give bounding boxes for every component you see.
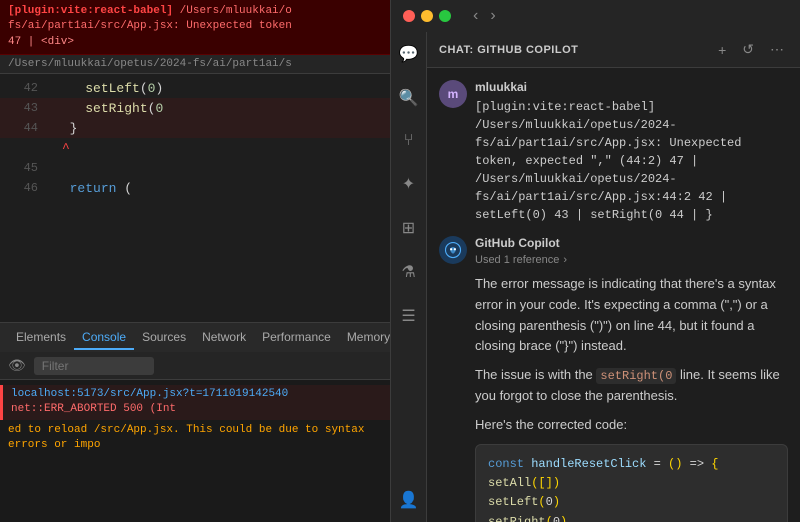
tab-memory[interactable]: Memory: [339, 326, 390, 350]
nav-back-button[interactable]: ‹: [469, 7, 482, 25]
error-message: Unexpected token: [186, 20, 292, 32]
error-file: fs/ai/part1ai/src/App.jsx:: [8, 20, 180, 32]
user-icon[interactable]: 👤: [395, 486, 423, 514]
code-block: const handleResetClick = () => { setAll(…: [475, 444, 788, 522]
console-area: 👁 localhost:5173/src/App.jsx?t=171101914…: [0, 352, 390, 522]
error-line: 47 | <div>: [8, 36, 74, 48]
right-content: 💬 🔍 ⑂ ✦ ⊞ ⚗ ☰ 👤 CHAT: GITHUB COPILOT + ↺…: [391, 32, 800, 522]
file-path: /Users/mluukkai/opetus/2024-fs/ai/part1a…: [0, 55, 390, 74]
chat-icon[interactable]: 💬: [395, 40, 423, 68]
console-messages: localhost:5173/src/App.jsx?t=17110191425…: [0, 380, 390, 522]
history-button[interactable]: ↺: [738, 39, 758, 60]
tab-sources[interactable]: Sources: [134, 326, 194, 350]
devtools-tabs: Elements Console Sources Network Perform…: [0, 322, 390, 352]
console-error-1: localhost:5173/src/App.jsx?t=17110191425…: [0, 385, 390, 420]
git-icon[interactable]: ⑂: [400, 128, 418, 154]
chat-content: CHAT: GITHUB COPILOT + ↺ ⋯ m mluukkai [p…: [427, 32, 800, 522]
flask-icon[interactable]: ⚗: [397, 258, 419, 286]
code-line-44: 44 }: [0, 118, 390, 138]
more-options-button[interactable]: ⋯: [766, 39, 788, 60]
console-toolbar: 👁: [0, 352, 390, 380]
nav-buttons: ‹ ›: [469, 7, 500, 25]
left-panel: [plugin:vite:react-babel] /Users/mluukka…: [0, 0, 390, 522]
tab-performance[interactable]: Performance: [254, 326, 339, 350]
chevron-right-icon: ›: [563, 254, 567, 266]
copilot-response-text: The error message is indicating that the…: [475, 274, 788, 522]
user-message: m mluukkai [plugin:vite:react-babel] /Us…: [439, 80, 788, 224]
traffic-light-yellow[interactable]: [421, 10, 433, 22]
code-line-4: setRight(0): [488, 513, 775, 522]
filter-input[interactable]: [34, 357, 154, 375]
caret-line: ^: [0, 138, 390, 158]
copilot-sender: GitHub Copilot: [475, 236, 788, 250]
grid-icon[interactable]: ⊞: [398, 214, 419, 242]
copilot-logo-icon: [444, 241, 462, 259]
traffic-light-red[interactable]: [403, 10, 415, 22]
inline-code: setRight(0: [596, 368, 676, 384]
error-path: /Users/mluukkai/o: [180, 5, 292, 17]
plugin-tag: [plugin:vite:react-babel]: [8, 5, 173, 17]
tab-console[interactable]: Console: [74, 326, 134, 350]
console-warn-1: ed to reload /src/App.jsx. This could be…: [0, 421, 390, 456]
traffic-light-green[interactable]: [439, 10, 451, 22]
copilot-message-body: GitHub Copilot Used 1 reference › The er…: [475, 236, 788, 522]
copilot-para-1: The error message is indicating that the…: [475, 274, 788, 357]
copilot-message: GitHub Copilot Used 1 reference › The er…: [439, 236, 788, 522]
code-line-2: setAll([]): [488, 474, 775, 493]
code-line-1: const handleResetClick = () => {: [488, 455, 775, 474]
sparkle-icon[interactable]: ✦: [398, 170, 419, 198]
nav-forward-button[interactable]: ›: [486, 7, 499, 25]
chat-messages: m mluukkai [plugin:vite:react-babel] /Us…: [427, 68, 800, 522]
code-area: 42 setLeft(0) 43 setRight(0 44 } ^ 45 46…: [0, 74, 390, 322]
chat-header-actions: + ↺ ⋯: [714, 39, 788, 60]
code-line-43: 43 setRight(0: [0, 98, 390, 118]
code-line-42: 42 setLeft(0): [0, 78, 390, 98]
code-line-3: setLeft(0): [488, 493, 775, 512]
new-chat-button[interactable]: +: [714, 40, 730, 60]
right-panel: ‹ › 💬 🔍 ⑂ ✦ ⊞ ⚗ ☰ 👤 CHAT: GITHUB COPILOT…: [390, 0, 800, 522]
eye-icon[interactable]: 👁: [8, 357, 26, 374]
reference-link[interactable]: Used 1 reference ›: [475, 254, 788, 266]
copilot-avatar: [439, 236, 467, 264]
error-bar: [plugin:vite:react-babel] /Users/mluukka…: [0, 0, 390, 55]
copilot-para-2: The issue is with the setRight(0 line. I…: [475, 365, 788, 407]
user-avatar: m: [439, 80, 467, 108]
copilot-para-3: Here's the corrected code:: [475, 415, 788, 436]
user-sender: mluukkai: [475, 80, 788, 94]
tab-elements[interactable]: Elements: [8, 326, 74, 350]
user-message-text: [plugin:vite:react-babel] /Users/mluukka…: [475, 98, 788, 224]
code-line-46: 46 return (: [0, 178, 390, 198]
layout-icon[interactable]: ☰: [397, 302, 419, 330]
tab-network[interactable]: Network: [194, 326, 254, 350]
reference-text: Used 1 reference: [475, 254, 559, 266]
code-line-45: 45: [0, 158, 390, 178]
user-message-body: mluukkai [plugin:vite:react-babel] /User…: [475, 80, 788, 224]
titlebar: ‹ ›: [391, 0, 800, 32]
copilot-sidebar: 💬 🔍 ⑂ ✦ ⊞ ⚗ ☰ 👤: [391, 32, 427, 522]
chat-header: CHAT: GITHUB COPILOT + ↺ ⋯: [427, 32, 800, 68]
chat-title: CHAT: GITHUB COPILOT: [439, 44, 578, 56]
search-icon[interactable]: 🔍: [395, 84, 423, 112]
